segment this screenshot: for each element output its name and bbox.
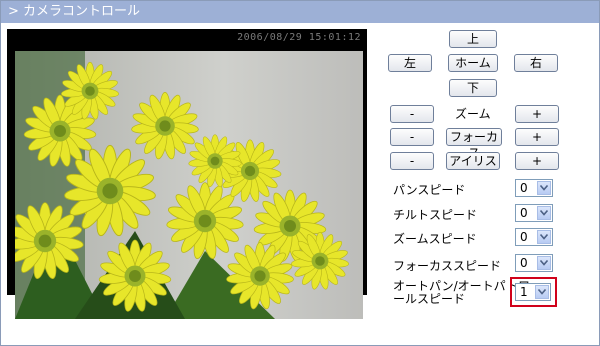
camera-view: 2006/08/29 15:01:12 xyxy=(7,29,367,319)
focus-plus-button[interactable]: + xyxy=(515,128,559,146)
chevron-down-icon xyxy=(537,230,551,244)
zoom-out-button[interactable]: - xyxy=(390,105,434,123)
iris-button[interactable]: アイリス xyxy=(446,152,500,170)
tilt-speed-value: 0 xyxy=(520,206,528,220)
zoom-speed-label: ズームスピード xyxy=(393,232,477,246)
pan-speed-label: パンスピード xyxy=(393,183,466,197)
focus-speed-label: フォーカススピード xyxy=(393,259,502,273)
title-bar: > カメラコントロール xyxy=(1,1,599,23)
tilt-speed-label: チルトスピード xyxy=(393,208,478,222)
camera-image xyxy=(15,51,363,319)
timestamp: 2006/08/29 15:01:12 xyxy=(237,32,361,43)
home-button[interactable]: ホーム xyxy=(448,54,498,72)
chevron-down-icon xyxy=(537,206,551,220)
pan-speed-value: 0 xyxy=(520,181,528,195)
focus-speed-select[interactable]: 0 xyxy=(515,254,553,272)
right-button[interactable]: 右 xyxy=(514,54,558,72)
down-button[interactable]: 下 xyxy=(449,79,497,97)
focus-minus-button[interactable]: - xyxy=(390,128,434,146)
iris-minus-button[interactable]: - xyxy=(390,152,434,170)
tilt-speed-select[interactable]: 0 xyxy=(515,204,553,222)
camera-control-panel: > カメラコントロール 2006/08/29 15:01:12 上 左 ホーム … xyxy=(0,0,600,346)
chevron-down-icon xyxy=(537,181,551,195)
pan-speed-select[interactable]: 0 xyxy=(515,179,553,197)
auto-pan-patrol-speed-value: 1 xyxy=(520,285,528,299)
zoom-label: ズーム xyxy=(455,107,491,121)
auto-pan-patrol-speed-select[interactable]: 1 xyxy=(515,283,551,301)
up-button[interactable]: 上 xyxy=(449,30,497,48)
zoom-in-button[interactable]: + xyxy=(515,105,559,123)
focus-button[interactable]: フォーカス xyxy=(446,128,502,160)
zoom-speed-select[interactable]: 0 xyxy=(515,228,553,246)
iris-plus-button[interactable]: + xyxy=(515,152,559,170)
page-title: > カメラコントロール xyxy=(8,4,141,19)
chevron-down-icon xyxy=(537,256,551,270)
zoom-speed-value: 0 xyxy=(520,230,528,244)
chevron-down-icon xyxy=(535,285,549,299)
left-button[interactable]: 左 xyxy=(388,54,432,72)
focus-speed-value: 0 xyxy=(520,256,528,270)
